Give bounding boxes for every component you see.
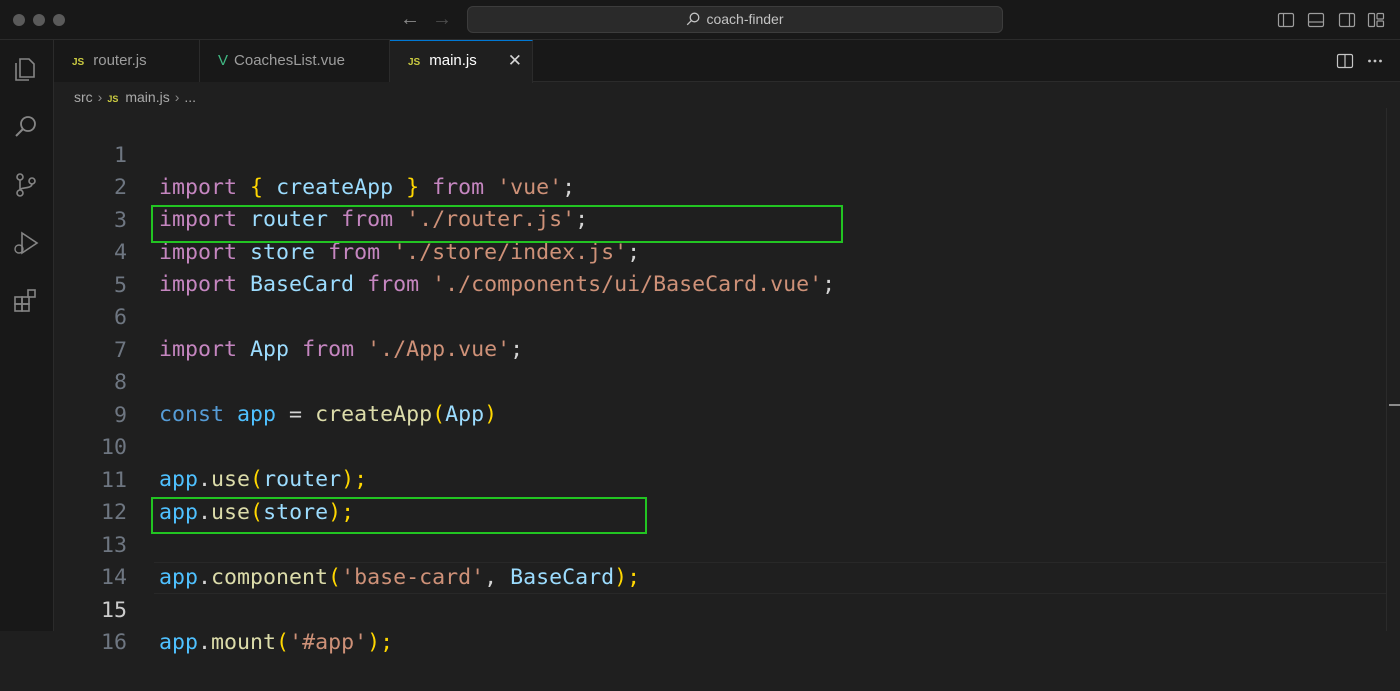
title-bar: ← → coach-finder [0, 0, 1400, 40]
highlight-box-register-component [151, 497, 647, 534]
code-line[interactable]: 2 import router from './router.js'; [54, 140, 1386, 232]
javascript-file-icon: JS [408, 57, 421, 68]
toggle-sidebar-icon[interactable] [1277, 11, 1295, 29]
code-line[interactable]: 8 const app = createApp(App) [54, 335, 1386, 427]
close-icon[interactable]: ✕ [508, 41, 522, 81]
code-line[interactable]: 14 [54, 530, 1386, 590]
tab-label: main.js [429, 52, 477, 69]
tab-router-js[interactable]: JS router.js [54, 40, 200, 82]
split-editor-icon[interactable] [1336, 52, 1354, 70]
tab-label: router.js [93, 52, 147, 69]
code-line[interactable]: 3 import store from './store/index.js'; [54, 173, 1386, 265]
code-line[interactable]: 10 app.use(router); [54, 400, 1386, 492]
minimize-window-button[interactable] [33, 14, 45, 26]
customize-layout-icon[interactable] [1367, 11, 1385, 29]
search-icon[interactable] [11, 112, 41, 142]
command-center-search[interactable]: coach-finder [467, 6, 1003, 33]
extensions-icon[interactable] [11, 286, 41, 316]
code-line-current[interactable]: 15 app.mount('#app'); [54, 563, 1386, 655]
window-title: coach-finder [706, 11, 784, 27]
javascript-file-icon: JS [72, 57, 85, 68]
editor-tab-bar: JS router.js V CoachesList.vue JS main.js ✕ [54, 40, 1400, 83]
tab-main-js[interactable]: JS main.js ✕ [390, 40, 533, 83]
scrollbar-cursor-marker [1389, 404, 1400, 406]
tab-label: CoachesList.vue [234, 52, 345, 69]
toggle-secondary-sidebar-icon[interactable] [1338, 11, 1356, 29]
close-window-button[interactable] [13, 14, 25, 26]
line-number: 16 [100, 630, 127, 655]
toggle-panel-icon[interactable] [1307, 11, 1325, 29]
chevron-right-icon: › [174, 89, 180, 105]
search-icon [687, 12, 700, 26]
code-line[interactable]: 9 [54, 368, 1386, 428]
vue-file-icon: V [218, 52, 229, 69]
source-control-icon[interactable] [11, 170, 41, 200]
zoom-window-button[interactable] [53, 14, 65, 26]
code-line[interactable]: 11 app.use(store); [54, 433, 1386, 525]
code-line[interactable]: 6 import App from './App.vue'; [54, 270, 1386, 362]
chevron-right-icon: › [97, 89, 103, 105]
code-line[interactable]: 16 [54, 595, 1386, 655]
code-editor[interactable]: 1 import { createApp } from 'vue'; 2 imp… [54, 108, 1400, 655]
javascript-file-icon: JS [107, 94, 119, 104]
highlight-box-import-basecard [151, 205, 843, 243]
explorer-icon[interactable] [11, 53, 41, 83]
breadcrumb-folder[interactable]: src [74, 89, 93, 105]
code-line[interactable]: 12 [54, 465, 1386, 525]
breadcrumb: src › JS main.js ›... [74, 86, 196, 108]
tab-coacheslist-vue[interactable]: V CoachesList.vue [200, 40, 390, 82]
code-line[interactable]: 1 import { createApp } from 'vue'; [54, 108, 1386, 200]
breadcrumb-file[interactable]: main.js [125, 89, 169, 105]
breadcrumb-more[interactable]: ... [184, 89, 196, 105]
activity-bar [0, 40, 54, 631]
run-debug-icon[interactable] [11, 228, 41, 258]
back-arrow-icon[interactable]: ← [400, 8, 420, 30]
forward-arrow-icon[interactable]: → [432, 8, 452, 30]
more-actions-icon[interactable] [1366, 52, 1384, 70]
editor-scrollbar[interactable] [1386, 108, 1400, 631]
code-line[interactable]: 7 [54, 303, 1386, 363]
